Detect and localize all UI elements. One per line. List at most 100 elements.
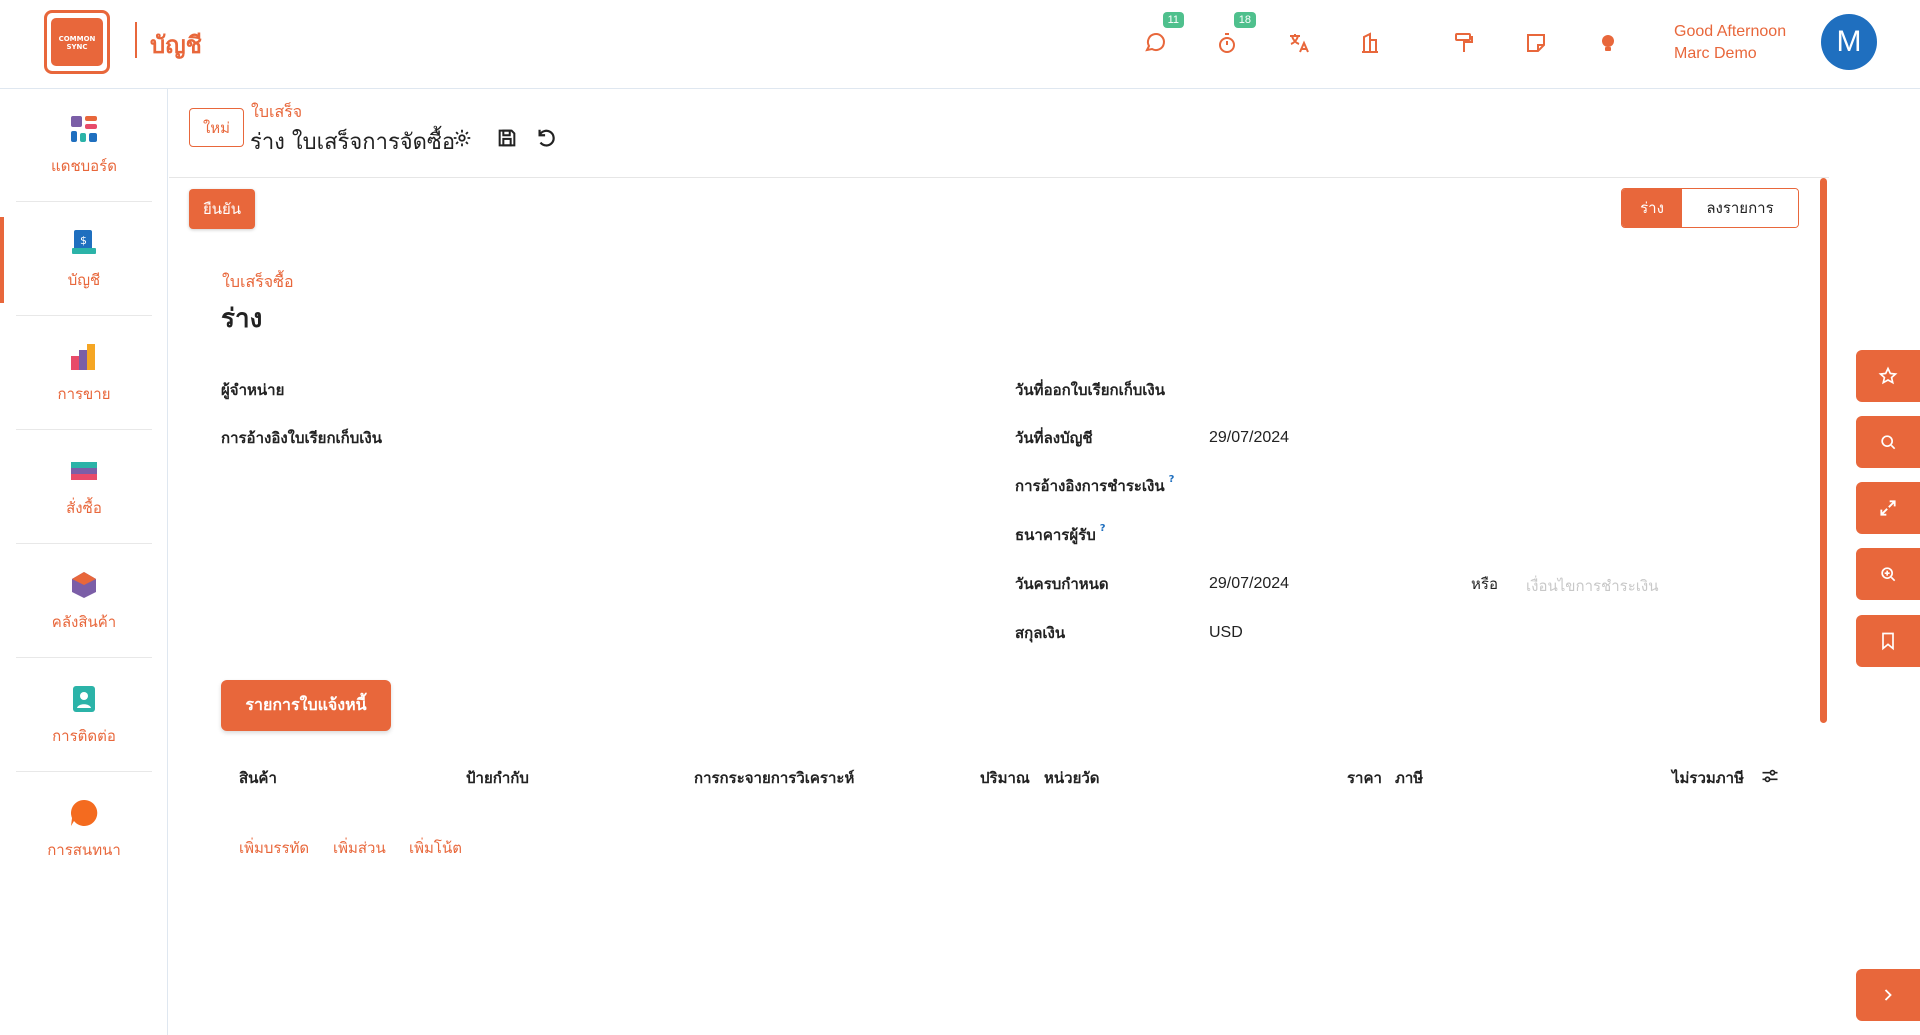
add-line-link[interactable]: เพิ่มบรรทัด (239, 836, 309, 860)
help-icon[interactable]: ? (1100, 523, 1106, 534)
page-title: ร่าง ใบเสร็จการจัดซื้อ (250, 130, 456, 155)
save-icon (498, 129, 516, 147)
sidebar-item-label: บัญชี (67, 270, 101, 289)
column-quantity[interactable]: ปริมาณ (980, 766, 1030, 790)
user-name: Marc Demo (1674, 45, 1757, 62)
accounting-date-label: วันที่ลงบัญชี (1015, 429, 1093, 447)
form-title: ร่าง (221, 304, 263, 334)
translate-icon (1290, 34, 1309, 53)
sidebar-item-label: การขาย (57, 384, 111, 403)
optional-columns-button[interactable] (1760, 766, 1780, 786)
timer-button[interactable]: 18 (1214, 12, 1256, 56)
breadcrumb-parent[interactable]: ใบเสร็จ (251, 100, 302, 125)
gear-icon (453, 129, 471, 147)
logo-text: COMMON SYNC (51, 18, 103, 66)
recipient-bank-text: ธนาคารผู้รับ (1015, 526, 1096, 544)
inventory-icon (72, 571, 96, 598)
contacts-icon (73, 685, 95, 712)
sales-icon (71, 343, 95, 370)
column-taxes[interactable]: ภาษี (1395, 766, 1423, 790)
payment-terms-field[interactable]: เงื่อนไขการชำระเงิน (1526, 574, 1659, 598)
invoice-date-label: วันที่ออกใบเรียกเก็บเงิน (1015, 381, 1165, 399)
sidebar: แดชบอร์ด $ บัญชี การขาย สั่งซื้อ คลังสิน… (0, 89, 168, 1035)
app-logo[interactable]: COMMON SYNC (44, 10, 110, 74)
zoom-button[interactable] (1856, 548, 1920, 600)
status-posted[interactable]: ลงรายการ (1682, 189, 1798, 227)
sidebar-item-discuss[interactable]: การสนทนา (16, 774, 152, 886)
chat-button[interactable]: 11 (1142, 12, 1184, 56)
scrollbar[interactable] (1820, 178, 1827, 723)
save-button[interactable] (496, 127, 518, 149)
new-button[interactable]: ใหม่ (189, 108, 244, 147)
stopwatch-icon (1219, 33, 1235, 53)
sidebar-item-inventory[interactable]: คลังสินค้า (16, 546, 152, 658)
sidebar-item-contacts[interactable]: การติดต่อ (16, 660, 152, 772)
sidebar-item-dashboard[interactable]: แดชบอร์ด (16, 90, 152, 202)
top-bar: COMMON SYNC บัญชี 11 18 Good Afternoon M… (0, 0, 1920, 89)
undo-icon (538, 129, 555, 147)
recipient-bank-label: ธนาคารผู้รับ? (1015, 523, 1106, 547)
expand-button[interactable] (1856, 482, 1920, 534)
building-icon (1362, 32, 1378, 53)
due-date-label: วันครบกำหนด (1015, 575, 1109, 593)
record-settings-button[interactable] (451, 127, 473, 149)
sidebar-item-purchase[interactable]: สั่งซื้อ (16, 432, 152, 544)
tab-invoice-lines[interactable]: รายการใบแจ้งหนี้ (221, 680, 391, 731)
notes-button[interactable] (1523, 30, 1549, 56)
svg-text:$: $ (80, 234, 87, 247)
add-note-link[interactable]: เพิ่มโน้ต (409, 836, 462, 860)
column-analytic[interactable]: การกระจายการวิเคราะห์ (694, 766, 854, 790)
sidebar-item-accounting[interactable]: $ บัญชี (16, 204, 152, 316)
discuss-icon (71, 799, 98, 826)
star-icon (1878, 366, 1898, 385)
sidebar-item-label: คลังสินค้า (51, 612, 117, 631)
timer-badge: 18 (1233, 12, 1256, 28)
tips-button[interactable] (1595, 30, 1621, 56)
accounting-date-field[interactable]: 29/07/2024 (1209, 429, 1289, 447)
avatar[interactable]: M (1821, 14, 1877, 70)
search-icon (1881, 435, 1896, 450)
sidebar-item-label: การติดต่อ (52, 726, 116, 745)
bookmark-button[interactable] (1856, 615, 1920, 667)
sticky-note-icon (1527, 34, 1545, 52)
column-product[interactable]: สินค้า (239, 766, 277, 790)
dashboard-icon (71, 115, 97, 142)
add-section-link[interactable]: เพิ่มส่วน (333, 836, 386, 860)
column-subtotal[interactable]: ไม่รวมภาษี (1672, 766, 1744, 790)
or-label: หรือ (1471, 575, 1498, 593)
theme-button[interactable] (1451, 30, 1477, 56)
sidebar-item-sales[interactable]: การขาย (16, 318, 152, 430)
bookmark-icon (1882, 632, 1894, 651)
sidebar-item-label: การสนทนา (47, 841, 121, 859)
app-divider (135, 22, 137, 58)
paint-roller-icon (1455, 33, 1473, 52)
greeting-text: Good Afternoon (1674, 23, 1787, 40)
expand-icon (1880, 500, 1896, 516)
form-subtitle: ใบเสร็จซื้อ (222, 272, 294, 291)
confirm-button[interactable]: ยืนยัน (189, 189, 255, 229)
sidebar-active-indicator (0, 217, 4, 303)
currency-label: สกุลเงิน (1015, 624, 1066, 642)
column-label[interactable]: ป้ายกำกับ (466, 766, 529, 790)
column-uom[interactable]: หน่วยวัด (1044, 766, 1100, 790)
sidebar-item-label: แดชบอร์ด (51, 156, 117, 175)
currency-field[interactable]: USD (1209, 624, 1243, 642)
next-button[interactable] (1856, 969, 1920, 1021)
search-button[interactable] (1856, 416, 1920, 468)
column-price[interactable]: ราคา (1347, 766, 1382, 790)
header-divider (169, 177, 1829, 178)
app-name: บัญชี (150, 31, 202, 59)
payment-reference-label: การอ้างอิงการชำระเงิน? (1015, 474, 1174, 498)
help-icon[interactable]: ? (1169, 474, 1175, 485)
favorite-button[interactable] (1856, 350, 1920, 402)
discard-button[interactable] (535, 127, 557, 149)
bill-reference-label: การอ้างอิงใบเรียกเก็บเงิน (221, 429, 382, 447)
chat-badge: 11 (1162, 12, 1184, 28)
vendor-label: ผู้จำหน่าย (221, 381, 285, 399)
status-draft[interactable]: ร่าง (1622, 189, 1682, 227)
company-button[interactable] (1357, 30, 1383, 56)
due-date-field[interactable]: 29/07/2024 (1209, 575, 1289, 593)
lightbulb-icon (1602, 35, 1614, 51)
sidebar-item-label: สั่งซื้อ (66, 498, 102, 517)
language-button[interactable] (1286, 30, 1312, 56)
